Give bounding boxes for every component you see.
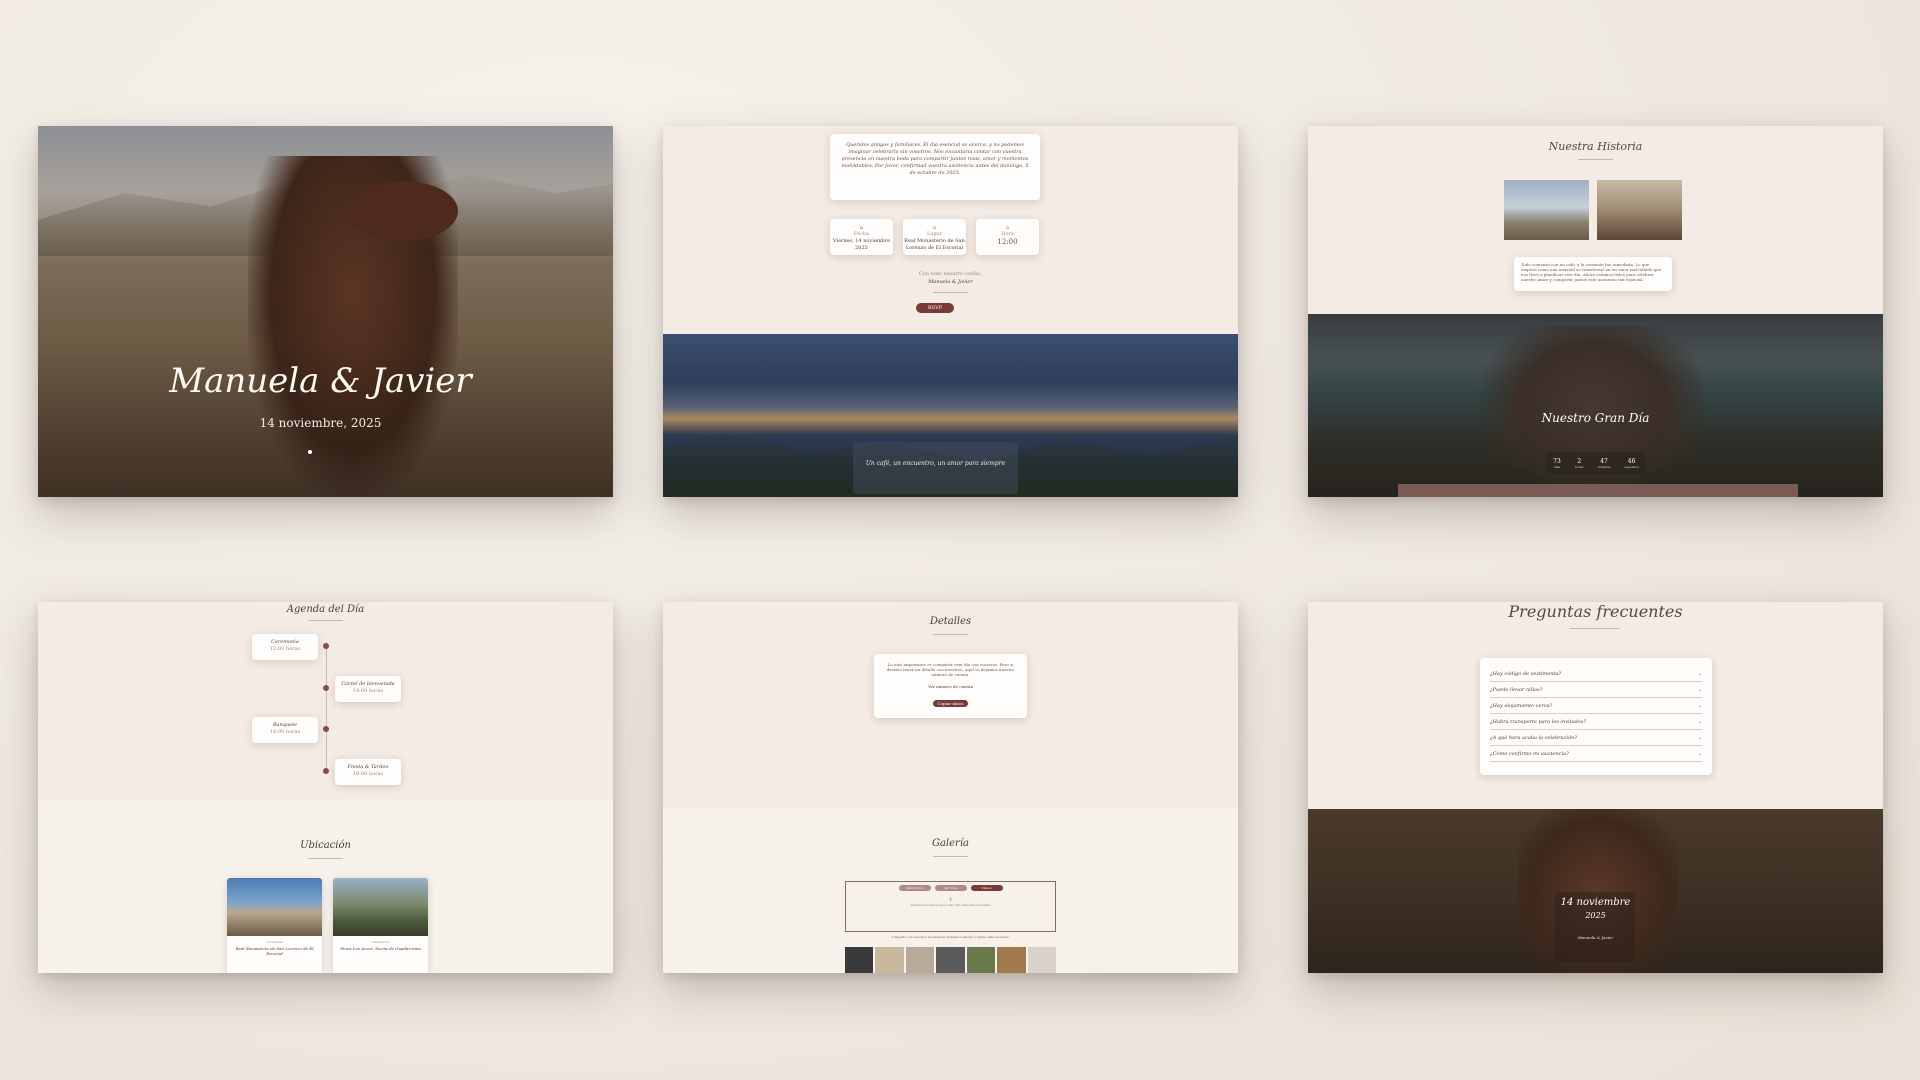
monastery-photo <box>227 878 322 936</box>
chevron-down-icon: ⌄ <box>1697 734 1702 741</box>
preview-agenda: Agenda del Día Ceremonia 12:00 horas Cóct… <box>38 602 613 973</box>
agenda-item: Ceremonia 12:00 horas <box>252 634 318 660</box>
info-value: 12:00 <box>997 238 1018 246</box>
couple-names: Manuela & Javier <box>169 361 472 401</box>
faq-item[interactable]: ¿Hay código de vestimenta? ⌄ <box>1490 666 1702 682</box>
info-value: Real Monasterio de San Lorenzo de El Esc… <box>904 238 965 251</box>
upload-area[interactable]: Subir fotos Ver fotos Vídeos ⇪ Arrastra … <box>845 881 1056 932</box>
countdown-hours: 2 horas <box>1575 457 1584 469</box>
story-title: Nuestra Historia <box>1548 140 1643 153</box>
countdown-minutes: 47 minutos <box>1597 457 1611 469</box>
preview-invitation: Queridos amigos y familiares, El día ese… <box>663 126 1238 497</box>
info-card-date: ▫ Fecha Viernes, 14 noviembre 2025 <box>830 219 893 255</box>
timeline-dot <box>323 643 329 649</box>
faq-list: ¿Hay código de vestimenta? ⌄ ¿Puedo lleva… <box>1480 658 1712 775</box>
faq-title: Preguntas frecuentes <box>1508 602 1683 621</box>
divider <box>933 634 968 635</box>
timeline-dot <box>323 726 329 732</box>
countdown-days: 73 días <box>1553 457 1561 469</box>
faq-item[interactable]: ¿Habrá transporte para los invitados? ⌄ <box>1490 714 1702 730</box>
gallery-thumb[interactable] <box>966 947 996 973</box>
gallery-caption: Comparte con nosotros los mejores moment… <box>891 935 1010 939</box>
chevron-down-icon: ⌄ <box>1697 750 1702 757</box>
chevron-down-icon: ⌄ <box>1697 670 1702 677</box>
divider <box>933 856 968 857</box>
details-box: Lo más importante es compartir este día … <box>874 654 1027 718</box>
agenda-item: Cóctel de bienvenida 14:00 horas <box>335 676 401 702</box>
timeline-line <box>326 642 327 772</box>
finca-photo <box>333 878 428 936</box>
location-card[interactable]: Celebración Finca Los Arcos, Sierra de G… <box>333 878 428 973</box>
story-text-box: Todo comenzó con un café, y la conexión … <box>1514 257 1672 291</box>
location-title: Ubicación <box>300 840 351 851</box>
quote-text: Un café, un encuentro, un amor para siem… <box>865 460 1006 467</box>
preview-hero: Manuela & Javier 14 noviembre, 2025 <box>38 126 613 497</box>
agenda-item: Banquete 16:00 horas <box>252 717 318 743</box>
info-label: Lugar <box>926 231 943 237</box>
gallery-thumb[interactable] <box>845 947 874 973</box>
divider <box>308 620 343 621</box>
big-day-title: Nuestro Gran Día <box>1541 411 1650 425</box>
scroll-indicator[interactable] <box>308 450 312 454</box>
copy-button[interactable]: Copiar datos <box>932 700 969 707</box>
preview-story: Nuestra Historia Todo comenzó con un caf… <box>1308 126 1883 497</box>
faq-item[interactable]: ¿A qué hora acaba la celebración? ⌄ <box>1490 730 1702 746</box>
countdown: 73 días 2 horas 47 minutos 46 segundos <box>1546 452 1646 474</box>
closing-year: 2025 <box>1585 911 1606 920</box>
closing-date: 14 noviembre <box>1560 897 1631 908</box>
countdown-seconds: 46 segundos <box>1624 457 1639 469</box>
gallery-thumb[interactable] <box>997 947 1026 973</box>
wedding-date: 14 noviembre, 2025 <box>259 416 382 430</box>
location-card[interactable]: Ceremonia Real Monasterio de San Lorenzo… <box>227 878 322 973</box>
tab-videos[interactable]: Vídeos <box>970 885 1003 891</box>
details-text: Lo más importante es compartir este día … <box>886 662 1015 677</box>
tab-upload-photos[interactable]: Subir fotos <box>898 885 931 891</box>
chevron-down-icon: ⌄ <box>1697 718 1702 725</box>
info-value: Viernes, 14 noviembre 2025 <box>832 238 891 251</box>
info-label: Fecha <box>853 231 870 237</box>
invitation-message-box: Queridos amigos y familiares, El día ese… <box>830 134 1040 200</box>
agenda-title: Agenda del Día <box>286 604 365 615</box>
sign-line: Con todo nuestro cariño, <box>918 271 983 277</box>
timeline-dot <box>323 685 329 691</box>
bench <box>1398 484 1798 497</box>
divider <box>1578 159 1613 160</box>
story-photo-2 <box>1597 180 1682 240</box>
story-text: Todo comenzó con un café, y la conexión … <box>1521 262 1662 282</box>
agenda-item: Fiesta & Tardeo 19:00 horas <box>335 759 401 785</box>
story-photo-1 <box>1504 180 1589 240</box>
faq-item[interactable]: ¿Cómo confirmo mi asistencia? ⌄ <box>1490 746 1702 762</box>
divider <box>308 858 343 859</box>
rsvp-button[interactable]: RSVP <box>916 303 954 313</box>
account-label: Ver número de cuenta <box>928 684 973 689</box>
closing-names: Manuela & Javier <box>1577 935 1614 940</box>
preview-faq: Preguntas frecuentes ¿Hay código de vest… <box>1308 602 1883 973</box>
upload-note: Arrastra tus fotos aquí o haz clic para … <box>910 903 991 907</box>
chevron-down-icon: ⌄ <box>1697 702 1702 709</box>
divider <box>933 292 968 293</box>
tab-view-photos[interactable]: Ver fotos <box>934 885 967 891</box>
gallery-thumb[interactable] <box>936 947 965 973</box>
chevron-down-icon: ⌄ <box>1697 686 1702 693</box>
invitation-message: Queridos amigos y familiares, El día ese… <box>841 142 1029 176</box>
gallery-thumbnails <box>845 947 1056 973</box>
gallery-title: Galería <box>931 838 969 849</box>
gallery-thumb[interactable] <box>1027 947 1056 973</box>
details-title: Detalles <box>929 616 972 627</box>
info-label: Hora <box>1001 231 1014 237</box>
timeline-dot <box>323 768 329 774</box>
sign-names: Manuela & Javier <box>928 279 973 285</box>
gallery-thumb[interactable] <box>905 947 935 973</box>
quote-box <box>853 442 1018 494</box>
divider <box>1570 628 1620 629</box>
info-card-place: ▫ Lugar Real Monasterio de San Lorenzo d… <box>903 219 966 255</box>
info-card-time: ▫ Hora 12:00 <box>976 219 1039 255</box>
faq-item[interactable]: ¿Puedo llevar niños? ⌄ <box>1490 682 1702 698</box>
preview-details: Detalles Lo más importante es compartir … <box>663 602 1238 973</box>
faq-item[interactable]: ¿Hay alojamiento cerca? ⌄ <box>1490 698 1702 714</box>
gallery-thumb[interactable] <box>875 947 904 973</box>
